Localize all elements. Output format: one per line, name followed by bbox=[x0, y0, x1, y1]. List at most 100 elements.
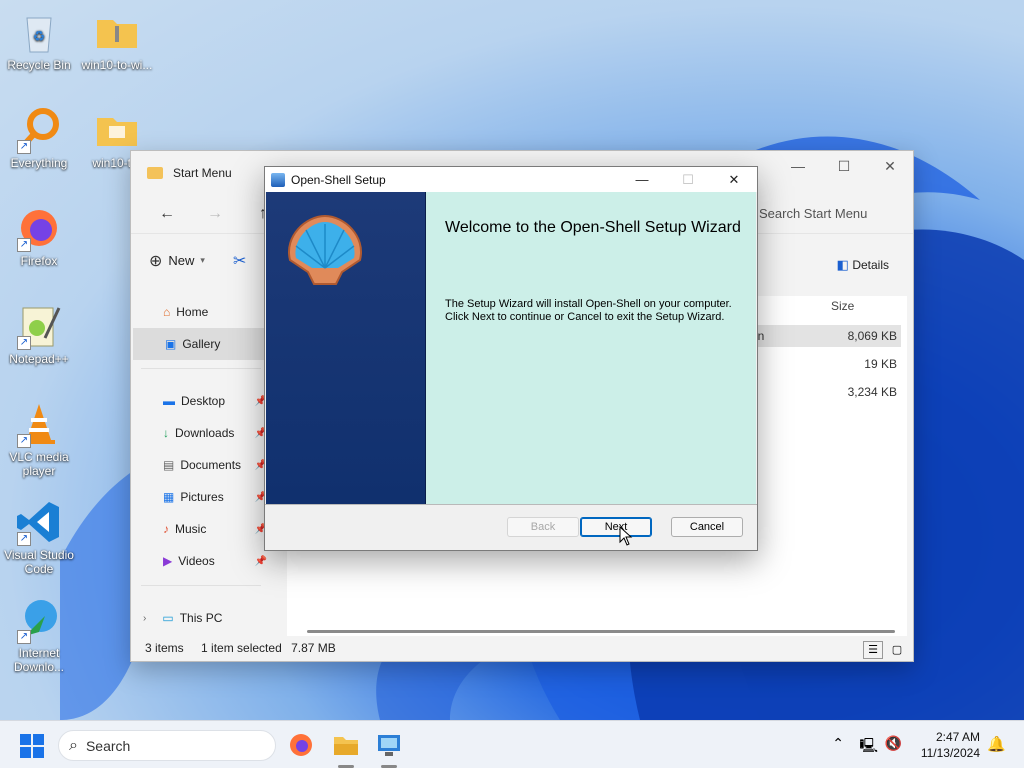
sidebar-divider bbox=[141, 585, 261, 586]
desktop-icon-notepadpp[interactable]: ↗ Notepad++ bbox=[0, 302, 78, 366]
navigation-pane: ⌂ Home ▣ Gallery ▬ Desktop 📌 ↓ Downloads 📌 ▤ Do… bbox=[131, 296, 271, 636]
desktop-icon-recycle-bin[interactable]: ♻ Recycle Bin bbox=[0, 8, 78, 72]
chevron-right-icon: › bbox=[143, 612, 147, 624]
open-shell-logo-icon bbox=[288, 214, 362, 285]
notification-bell-icon[interactable]: 🔔 bbox=[987, 735, 1006, 753]
pin-icon: 📌 bbox=[254, 555, 267, 567]
desktop-icon-vscode[interactable]: ↗ Visual Studio Code bbox=[0, 498, 78, 576]
chevron-up-icon[interactable]: ⌃ bbox=[832, 735, 844, 752]
sidebar-item-this-pc[interactable]: › ▭ This PC bbox=[131, 602, 271, 634]
installer-icon bbox=[271, 172, 285, 187]
wizard-banner bbox=[266, 192, 426, 504]
firefox-icon: ↗ bbox=[15, 204, 63, 252]
minimize-icon[interactable]: — bbox=[619, 167, 665, 192]
status-bar: 3 items 1 item selected 7.87 MB bbox=[145, 641, 336, 655]
taskbar-setup[interactable] bbox=[375, 731, 403, 759]
dialog-divider bbox=[265, 504, 757, 505]
sidebar-item-home[interactable]: ⌂ Home bbox=[131, 296, 271, 328]
everything-search-icon: ↗ bbox=[15, 106, 63, 154]
video-icon: ▶ bbox=[163, 554, 173, 568]
folder-icon bbox=[93, 106, 141, 154]
maximize-icon: ☐ bbox=[682, 171, 694, 187]
file-explorer-icon bbox=[334, 737, 358, 755]
desktop-icon-vlc[interactable]: ↗ VLC media player bbox=[0, 400, 78, 478]
file-row[interactable]: 19 KB bbox=[745, 353, 901, 375]
close-icon[interactable]: ✕ bbox=[711, 167, 757, 192]
minimize-icon[interactable]: — bbox=[775, 151, 821, 181]
network-icon[interactable]: 🖳 bbox=[859, 735, 878, 759]
file-row[interactable]: on8,069 KB bbox=[745, 325, 901, 347]
sidebar-item-downloads[interactable]: ↓ Downloads 📌 bbox=[131, 417, 271, 449]
cancel-button[interactable]: Cancel bbox=[671, 517, 743, 537]
sidebar-divider bbox=[141, 368, 261, 369]
forward-arrow-icon[interactable]: → bbox=[191, 205, 239, 223]
dialog-title: Open-Shell Setup bbox=[291, 172, 386, 187]
wizard-content: Welcome to the Open-Shell Setup Wizard T… bbox=[426, 192, 756, 504]
search-input[interactable]: Search Start Menu bbox=[753, 197, 913, 231]
details-pane-icon: ◧ bbox=[836, 257, 849, 272]
windows-logo-icon bbox=[20, 734, 31, 745]
clock[interactable]: 2:47 AM 11/13/2024 bbox=[921, 729, 980, 761]
download-manager-globe-icon: ↗ bbox=[15, 596, 63, 644]
shortcut-arrow-icon: ↗ bbox=[17, 434, 31, 448]
shortcut-arrow-icon: ↗ bbox=[17, 630, 31, 644]
search-icon: ⌕ bbox=[69, 736, 78, 754]
chevron-down-icon: ▾ bbox=[200, 255, 205, 265]
next-button[interactable]: Next bbox=[580, 517, 652, 537]
start-button[interactable] bbox=[20, 734, 44, 758]
taskbar-search-box[interactable]: ⌕ Search bbox=[58, 730, 276, 761]
back-arrow-icon[interactable]: ← bbox=[143, 205, 191, 223]
back-button: Back bbox=[507, 517, 579, 537]
download-arrow-icon: ↓ bbox=[163, 426, 169, 440]
details-button[interactable]: ◧ Details bbox=[837, 257, 889, 273]
horizontal-scrollbar[interactable] bbox=[307, 630, 895, 633]
shortcut-arrow-icon: ↗ bbox=[17, 532, 31, 546]
mouse-cursor-icon bbox=[619, 526, 633, 546]
close-icon[interactable]: ✕ bbox=[867, 151, 913, 181]
setup-dialog: Open-Shell Setup — ☐ ✕ Welcome to the Op… bbox=[264, 166, 758, 551]
desktop-icon-everything[interactable]: ↗ Everything bbox=[0, 106, 78, 170]
desktop-icon-idm[interactable]: ↗ Internet Downlo... bbox=[0, 596, 78, 674]
sidebar-item-pictures[interactable]: ▦ Pictures 📌 bbox=[131, 481, 271, 513]
dialog-window-controls: — ☐ ✕ bbox=[619, 167, 757, 192]
desktop-icon-zip-folder[interactable]: win10-to-wi... bbox=[78, 8, 156, 72]
firefox-icon bbox=[290, 734, 312, 756]
zip-folder-icon bbox=[93, 8, 141, 56]
picture-icon: ▦ bbox=[163, 490, 175, 504]
vlc-cone-icon: ↗ bbox=[15, 400, 63, 448]
column-header-size[interactable]: Size bbox=[831, 299, 854, 313]
computer-icon: ▭ bbox=[162, 611, 174, 625]
explorer-title: Start Menu bbox=[173, 166, 232, 180]
music-note-icon: ♪ bbox=[163, 522, 169, 536]
desktop-icon: ▬ bbox=[163, 394, 175, 408]
cut-scissors-icon[interactable]: ✂ bbox=[233, 251, 246, 271]
sidebar-item-desktop[interactable]: ▬ Desktop 📌 bbox=[131, 385, 271, 417]
taskbar-file-explorer[interactable] bbox=[332, 731, 360, 759]
vscode-icon: ↗ bbox=[15, 498, 63, 546]
document-icon: ▤ bbox=[163, 458, 175, 472]
maximize-icon[interactable]: ☐ bbox=[821, 151, 867, 181]
sidebar-item-videos[interactable]: ▶ Videos 📌 bbox=[131, 545, 271, 577]
desktop-icon-firefox[interactable]: ↗ Firefox bbox=[0, 204, 78, 268]
taskbar: ⌕ Search ⌃ 🖳 🔇 2:47 AM 11/13/2024 🔔 bbox=[0, 720, 1024, 768]
new-button[interactable]: New bbox=[168, 253, 194, 268]
details-view-icon[interactable]: ☰ bbox=[863, 641, 883, 659]
shortcut-arrow-icon: ↗ bbox=[17, 336, 31, 350]
gallery-icon: ▣ bbox=[165, 337, 177, 351]
notepadpp-icon: ↗ bbox=[15, 302, 63, 350]
taskbar-firefox[interactable] bbox=[287, 731, 315, 759]
tiles-view-icon[interactable]: ▢ bbox=[887, 641, 907, 659]
shortcut-arrow-icon: ↗ bbox=[17, 238, 31, 252]
volume-muted-icon[interactable]: 🔇 bbox=[885, 735, 902, 752]
svg-text:♻: ♻ bbox=[33, 28, 46, 44]
sidebar-item-documents[interactable]: ▤ Documents 📌 bbox=[131, 449, 271, 481]
recycle-bin-icon: ♻ bbox=[15, 8, 63, 56]
folder-icon bbox=[147, 167, 163, 179]
new-plus-icon: ⊕ bbox=[149, 252, 163, 270]
home-icon: ⌂ bbox=[163, 305, 171, 319]
file-row[interactable]: e3,234 KB bbox=[745, 381, 901, 403]
sidebar-item-gallery[interactable]: ▣ Gallery bbox=[133, 328, 271, 360]
shortcut-arrow-icon: ↗ bbox=[17, 140, 31, 154]
sidebar-item-music[interactable]: ♪ Music 📌 bbox=[131, 513, 271, 545]
installer-icon bbox=[378, 735, 400, 756]
